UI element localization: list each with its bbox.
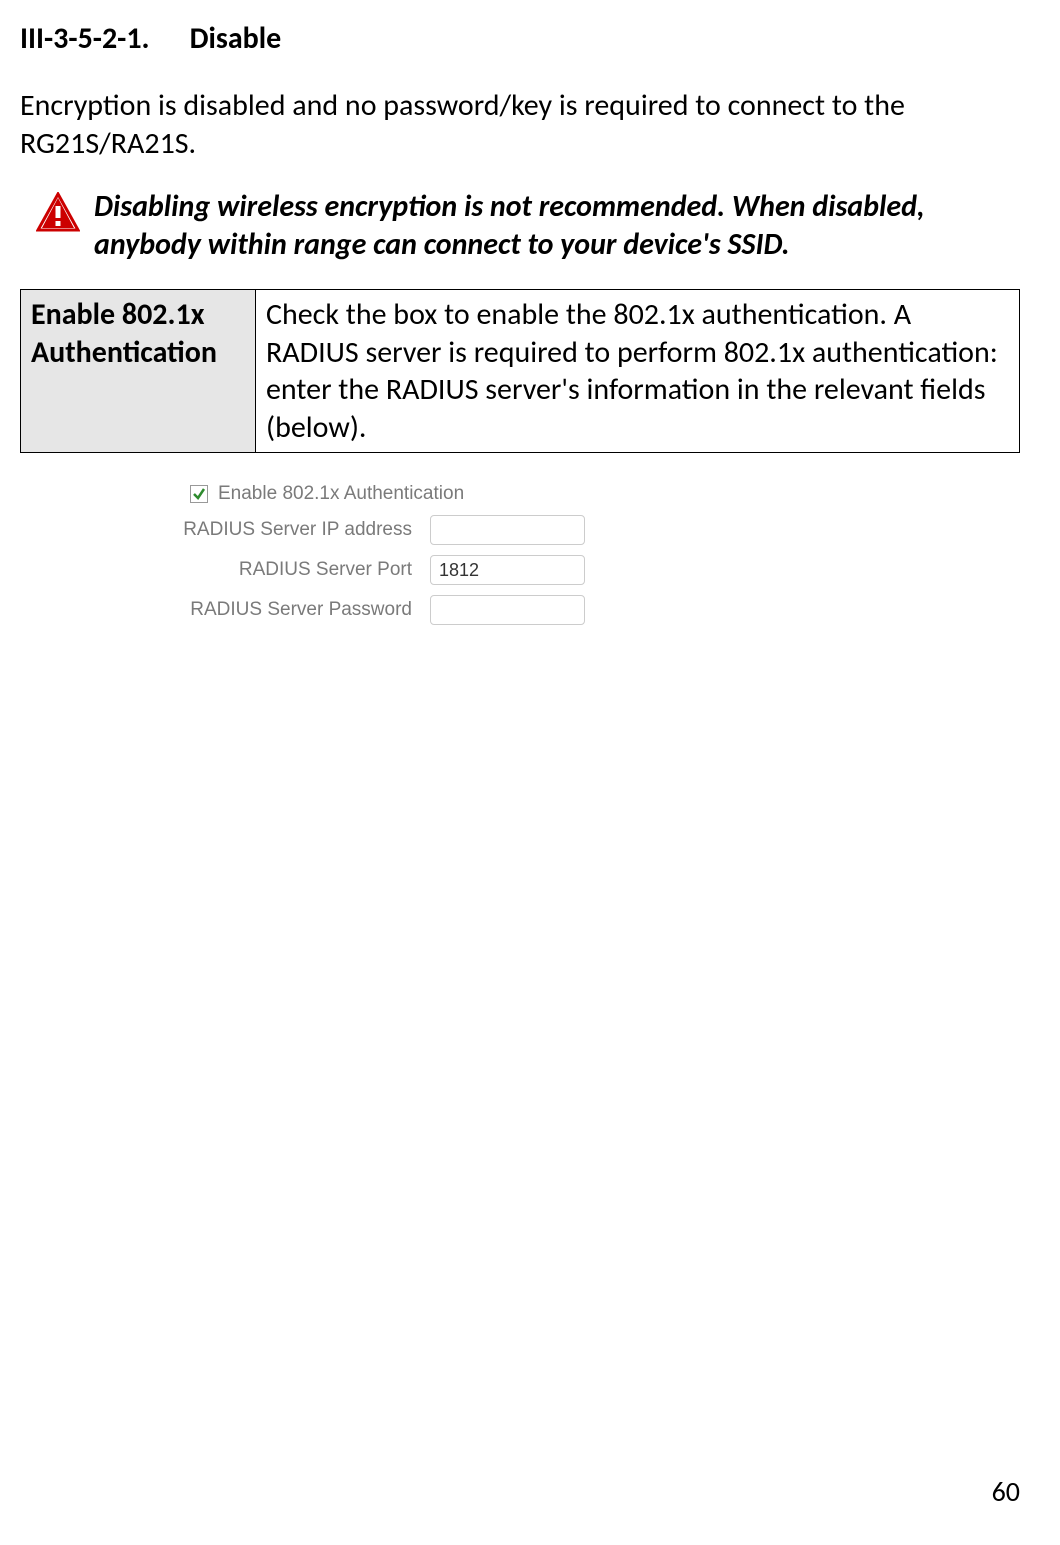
section-title: Disable — [190, 20, 282, 57]
radius-port-label: RADIUS Server Port — [160, 559, 430, 581]
radius-ip-label: RADIUS Server IP address — [160, 519, 430, 541]
warning-icon — [36, 192, 80, 232]
radius-ip-input[interactable] — [430, 515, 585, 545]
port-row: RADIUS Server Port — [160, 555, 1020, 585]
enable-802-1x-label: Enable 802.1x Authentication — [218, 483, 464, 505]
check-icon — [192, 487, 206, 501]
pwd-row: RADIUS Server Password — [160, 595, 1020, 625]
table-label-cell: Enable 802.1x Authentication — [21, 290, 256, 453]
radius-port-input[interactable] — [430, 555, 585, 585]
table-row: Enable 802.1x Authentication Check the b… — [21, 290, 1020, 453]
intro-paragraph: Encryption is disabled and no password/k… — [20, 87, 1020, 162]
section-number: III-3-5-2-1. — [20, 20, 150, 57]
table-desc-cell: Check the box to enable the 802.1x authe… — [256, 290, 1020, 453]
enable-802-1x-checkbox[interactable] — [190, 485, 208, 503]
warning-text: Disabling wireless encryption is not rec… — [94, 188, 1020, 263]
section-heading: III-3-5-2-1. Disable — [20, 20, 1020, 57]
info-table: Enable 802.1x Authentication Check the b… — [20, 289, 1020, 453]
enable-row: Enable 802.1x Authentication — [160, 483, 1020, 505]
radius-form: Enable 802.1x Authentication RADIUS Serv… — [160, 483, 1020, 625]
radius-pwd-label: RADIUS Server Password — [160, 599, 430, 621]
page-number: 60 — [992, 1474, 1020, 1509]
warning-block: Disabling wireless encryption is not rec… — [20, 188, 1020, 263]
radius-pwd-input[interactable] — [430, 595, 585, 625]
ip-row: RADIUS Server IP address — [160, 515, 1020, 545]
